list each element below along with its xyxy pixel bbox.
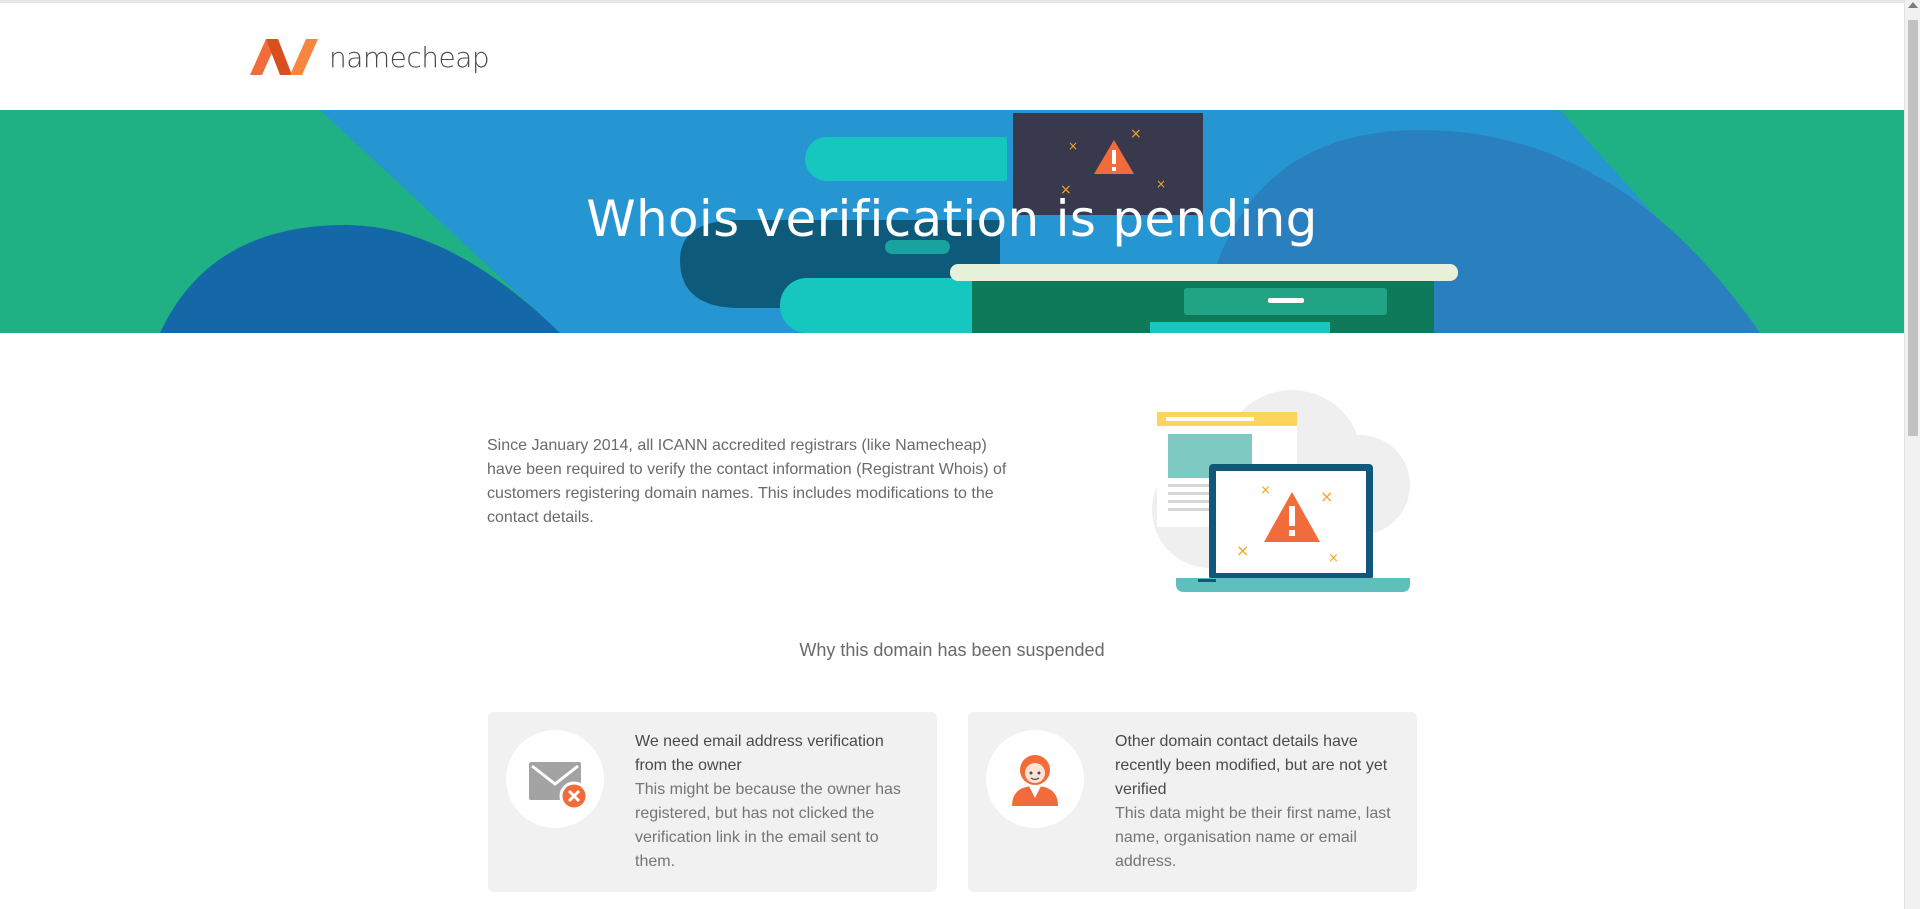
scrollbar-thumb[interactable] <box>1908 20 1918 436</box>
svg-text:×: × <box>1328 551 1339 566</box>
user-icon <box>986 730 1084 828</box>
svg-text:×: × <box>1130 126 1142 142</box>
svg-text:×: × <box>1156 177 1166 191</box>
reason-heading: We need email address verification from … <box>635 733 884 774</box>
page-title: Whois verification is pending <box>586 190 1318 248</box>
section-title: Why this domain has been suspended <box>799 640 1105 660</box>
reason-card-body: Other domain contact details have recent… <box>1115 730 1400 874</box>
vertical-scrollbar[interactable] <box>1904 0 1920 909</box>
svg-text:×: × <box>1260 483 1271 498</box>
hero-banner: × × × × Whois verification is pending <box>0 110 1904 333</box>
email-error-icon <box>506 730 604 828</box>
brand-name: namecheap <box>329 40 490 74</box>
reason-card-contact-details: Other domain contact details have recent… <box>968 712 1417 892</box>
namecheap-logo[interactable]: namecheap <box>248 37 490 77</box>
scroll-up-arrow-icon[interactable] <box>1908 2 1918 8</box>
reason-card-body: We need email address verification from … <box>635 730 920 874</box>
reason-heading: Other domain contact details have recent… <box>1115 733 1388 798</box>
svg-text:×: × <box>1236 541 1249 560</box>
reason-description: This data might be their first name, las… <box>1115 805 1391 870</box>
svg-text:×: × <box>1320 487 1333 506</box>
laptop-warning-icon: × × × × <box>1152 390 1410 592</box>
namecheap-logo-icon <box>250 39 318 75</box>
site-header: namecheap <box>0 3 1904 110</box>
warning-laptop-illustration: × × × × <box>1120 370 1420 605</box>
svg-text:×: × <box>1068 139 1078 153</box>
reason-card-email: We need email address verification from … <box>488 712 937 892</box>
reason-description: This might be because the owner has regi… <box>635 781 901 870</box>
intro-paragraph: Since January 2014, all ICANN accredited… <box>487 437 1007 526</box>
